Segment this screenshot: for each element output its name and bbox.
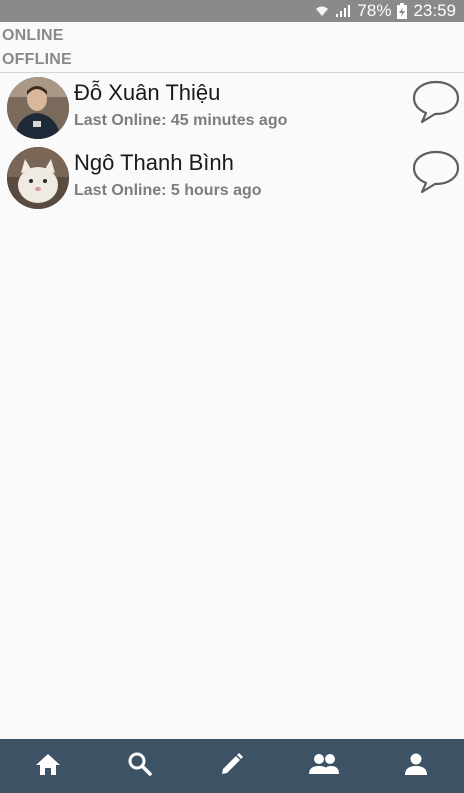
last-online-text: Last Online: 5 hours ago (74, 182, 262, 199)
pencil-icon (219, 751, 245, 782)
section-online[interactable]: ONLINE (2, 27, 64, 45)
battery-percent: 78% (357, 1, 392, 20)
friend-name[interactable]: Ngô Thanh Bình (74, 150, 234, 176)
search-icon (127, 751, 153, 782)
wifi-icon (315, 4, 329, 18)
nav-search[interactable] (110, 739, 170, 793)
avatar[interactable] (7, 147, 69, 209)
nav-compose[interactable] (202, 739, 262, 793)
nav-home[interactable] (18, 739, 78, 793)
clock: 23:59 (413, 1, 456, 20)
friends-icon (308, 752, 340, 781)
divider (0, 72, 464, 73)
chat-button[interactable] (411, 80, 461, 128)
avatar[interactable] (7, 77, 69, 139)
signal-icon (335, 4, 351, 18)
home-icon (35, 752, 61, 781)
chat-bubble-icon (411, 79, 461, 130)
nav-friends[interactable] (294, 739, 354, 793)
nav-profile[interactable] (386, 739, 446, 793)
chat-button[interactable] (411, 150, 461, 198)
profile-icon (404, 752, 428, 781)
friend-name[interactable]: Đỗ Xuân Thiệu (74, 80, 220, 106)
status-bar: 78% 23:59 (0, 0, 464, 22)
last-online-text: Last Online: 45 minutes ago (74, 112, 288, 129)
bottom-navigation (0, 739, 464, 793)
section-offline[interactable]: OFFLINE (2, 51, 72, 69)
battery-charging-icon (397, 3, 408, 19)
friend-row[interactable]: Đỗ Xuân Thiệu Last Online: 45 minutes ag… (0, 74, 464, 140)
friend-row[interactable]: Ngô Thanh Bình Last Online: 5 hours ago (0, 144, 464, 210)
chat-bubble-icon (411, 149, 461, 200)
